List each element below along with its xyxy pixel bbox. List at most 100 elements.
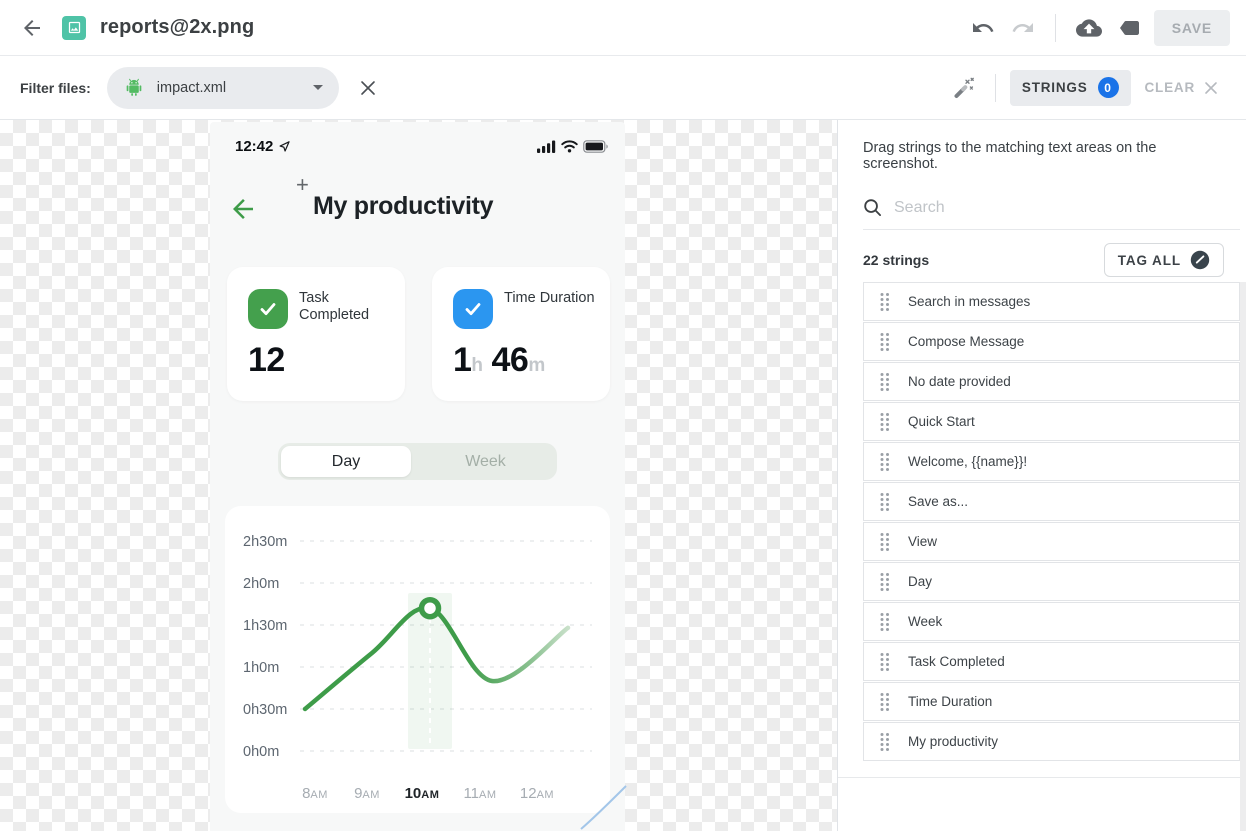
scrollbar[interactable] [1240,282,1246,831]
string-list-item[interactable]: My productivity [863,722,1240,761]
selected-file-name: impact.xml [157,80,301,96]
string-label: Compose Message [908,334,1024,349]
svg-text:11AM: 11AM [463,785,496,802]
string-list-item[interactable]: Quick Start [863,402,1240,441]
clear-tags-button[interactable]: CLEAR [1137,74,1227,101]
decorative-blue-line [570,780,627,831]
drag-handle-icon[interactable] [878,651,891,673]
phone-status-bar: 12:42 [235,138,609,155]
productivity-line-chart: 2h30m2h0m1h30m1h0m0h30m0h0m8AM9AM10AM11A… [225,506,610,813]
string-label: Week [908,614,942,629]
drag-handle-icon[interactable] [878,371,891,393]
svg-text:2h0m: 2h0m [243,576,279,592]
productivity-chart-card: 2h30m2h0m1h30m1h0m0h30m0h0m8AM9AM10AM11A… [225,506,610,813]
string-list-item[interactable]: Day [863,562,1240,601]
topbar: reports@2x.png SAVE [0,0,1246,56]
drag-handle-icon[interactable] [878,531,891,553]
strings-label: STRINGS [1022,80,1088,95]
panel-instruction: Drag strings to the matching text areas … [863,140,1230,172]
chevron-down-icon [313,85,323,90]
strings-panel: Drag strings to the matching text areas … [837,120,1246,831]
drag-handle-icon[interactable] [878,571,891,593]
magic-wand-icon [951,75,977,101]
drag-handle-icon[interactable] [878,331,891,353]
string-label: Quick Start [908,414,975,429]
task-completed-label: Task Completed [299,290,391,325]
wifi-icon [561,140,578,153]
svg-text:12AM: 12AM [520,785,554,802]
drag-handle-icon[interactable] [878,451,891,473]
count-row: 22 strings TAG ALL [863,238,1224,282]
check-circle-icon [1190,250,1210,270]
save-button[interactable]: SAVE [1154,10,1230,46]
green-check-icon [248,289,288,329]
filter-bar: Filter files: impact.x [0,56,1246,120]
signal-bars-icon [537,140,556,153]
location-arrow-icon [278,140,291,153]
tag-all-button[interactable]: TAG ALL [1104,243,1224,277]
day-week-toggle: Day Week [278,443,557,480]
svg-text:2h30m: 2h30m [243,534,287,550]
search-input[interactable] [892,198,1240,218]
file-filter-dropdown[interactable]: impact.xml [107,67,339,109]
drag-handle-icon[interactable] [878,731,891,753]
strings-counter-button[interactable]: STRINGS 0 [1010,70,1131,106]
string-label: View [908,534,937,549]
phone-screenshot[interactable]: 12:42 [210,122,625,831]
back-arrow-icon [20,16,44,40]
time-duration-label: Time Duration [504,290,596,307]
tag-all-label: TAG ALL [1118,253,1181,268]
string-list-item[interactable]: No date provided [863,362,1240,401]
clear-file-filter-button[interactable] [355,75,381,101]
svg-text:1h0m: 1h0m [243,660,279,676]
clear-x-icon [1204,81,1218,95]
plus-icon: + [296,172,309,198]
string-label: No date provided [908,374,1011,389]
svg-text:0h30m: 0h30m [243,702,287,718]
string-list-item[interactable]: Week [863,602,1240,641]
task-completed-value: 12 [248,341,285,380]
cloud-upload-icon [1076,15,1102,41]
string-list-item[interactable]: Welcome, {{name}}! [863,442,1240,481]
drag-handle-icon[interactable] [878,411,891,433]
task-completed-card: Task Completed 12 [227,267,405,401]
main-area: 12:42 [0,120,1246,831]
phone-screen-title: My productivity [313,192,493,221]
blue-check-icon [453,289,493,329]
close-x-icon [359,79,377,97]
string-label: Search in messages [908,294,1030,309]
redo-button[interactable] [1007,12,1039,44]
toggle-week-segment[interactable]: Week [414,443,557,480]
string-list-item[interactable]: Time Duration [863,682,1240,721]
drag-handle-icon[interactable] [878,291,891,313]
drag-handle-icon[interactable] [878,491,891,513]
toggle-day-segment[interactable]: Day [281,446,411,477]
time-duration-value: 1h 46m [453,341,545,380]
string-list-item[interactable]: Task Completed [863,642,1240,681]
drag-handle-icon[interactable] [878,691,891,713]
string-label: Time Duration [908,694,992,709]
label-tag-icon [1118,16,1142,40]
tag-button[interactable] [1114,12,1146,44]
auto-tag-wand-button[interactable] [947,71,981,105]
string-label: Day [908,574,932,589]
page-title: reports@2x.png [100,16,254,39]
time-duration-card: Time Duration 1h 46m [432,267,610,401]
search-icon [863,198,882,217]
string-list-item[interactable]: Search in messages [863,282,1240,321]
string-label: Welcome, {{name}}! [908,454,1027,469]
upload-button[interactable] [1072,11,1106,45]
back-button[interactable] [16,12,48,44]
panel-divider [838,777,1246,778]
string-list-item[interactable]: Save as... [863,482,1240,521]
drag-handle-icon[interactable] [878,611,891,633]
svg-text:0h0m: 0h0m [243,744,279,760]
search-row [863,186,1240,230]
filter-files-label: Filter files: [20,80,91,96]
undo-button[interactable] [967,12,999,44]
redo-icon [1011,16,1035,40]
string-label: My productivity [908,734,998,749]
string-list-item[interactable]: View [863,522,1240,561]
string-list-item[interactable]: Compose Message [863,322,1240,361]
svg-text:10AM: 10AM [405,785,440,802]
